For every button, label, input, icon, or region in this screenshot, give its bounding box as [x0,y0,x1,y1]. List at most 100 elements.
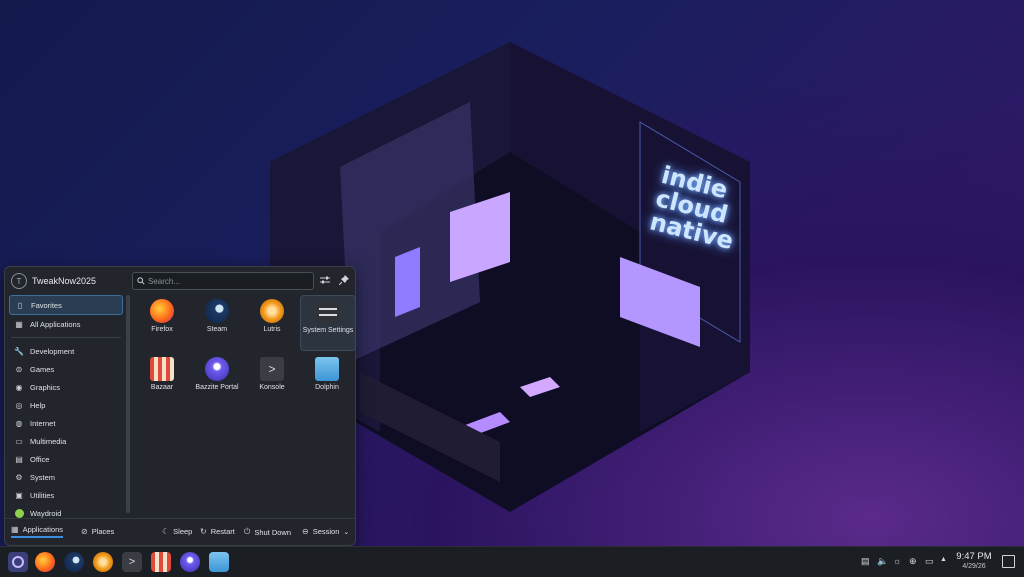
steam-icon[interactable] [64,552,84,572]
category-sidebar: ▯ Favorites ▦ All Applications 🔧 Develop… [9,295,123,522]
palette-icon: ◉ [15,382,23,392]
sidebar-item-label: Games [30,364,55,374]
wrench-icon: 🔧 [14,346,24,356]
menu-footer: ▦ Applications ⊘ Places ☾ Sleep ↻ Restar… [5,518,355,545]
document-icon: ▤ [15,454,23,464]
sidebar-item-label: Multimedia [30,436,67,446]
sidebar-item-label: Development [30,346,75,356]
chevron-down-icon: ⌄ [343,528,350,536]
app-label: Bazzite Portal [195,384,239,391]
bazaar-icon[interactable] [151,552,171,572]
clock-time: 9:47 PM [956,551,992,562]
app-label: Konsole [259,384,285,391]
firefox-icon[interactable] [35,552,55,572]
menu-header: T TweakNow2025 [5,267,355,295]
app-konsole[interactable]: > Konsole [245,353,299,407]
show-desktop-icon[interactable] [1002,555,1015,568]
monitor-icon: ▭ [15,436,23,446]
application-launcher: T TweakNow2025 ▯ Favorites ▦ All Applica… [4,266,356,546]
dolphin-icon[interactable] [209,552,229,572]
username: TweakNow2025 [32,276,97,286]
app-label: Dolphin [315,384,339,391]
bazzite-portal-icon[interactable] [180,552,200,572]
app-lutris[interactable]: Lutris [245,295,299,349]
waydroid-icon [14,508,24,518]
sidebar-item-label: System [30,472,56,482]
steam-icon [205,299,229,323]
search-field[interactable] [132,272,314,290]
app-bazzite-portal[interactable]: Bazzite Portal [190,353,244,407]
sidebar-item-games[interactable]: ⊜ Games [9,360,123,378]
sidebar-item-label: Graphics [30,382,61,392]
brightness-icon[interactable]: ☼ [893,556,901,566]
app-dolphin[interactable]: Dolphin [300,353,354,407]
clipboard-icon[interactable]: ▤ [861,556,870,567]
sidebar-item-all-applications[interactable]: ▦ All Applications [9,315,123,333]
konsole-icon[interactable]: > [122,552,142,572]
app-system-settings[interactable]: System Settings [300,295,356,351]
firefox-icon [150,299,174,323]
sidebar-scrollbar[interactable] [126,295,130,513]
favorites-icon: ▯ [17,300,23,310]
grid-icon: ▦ [11,525,19,534]
globe-icon: ◍ [15,418,23,428]
sidebar-item-label: Waydroid [30,508,62,518]
sidebar-item-office[interactable]: ▤ Office [9,450,123,468]
sleep-button[interactable]: ☾ Sleep [162,527,192,536]
gamepad-icon: ⊜ [15,364,23,374]
app-label: Lutris [263,326,281,333]
app-label: Bazaar [150,384,174,391]
toolbox-icon: ▣ [15,490,23,500]
help-icon: ◎ [15,400,23,410]
dolphin-icon [315,357,339,381]
konsole-icon: > [260,357,284,381]
taskbar: > ▤ 🔈 ☼ ⊕ ▭ ▲ 9:47 PM 4/29/26 [0,546,1024,577]
restart-icon: ↻ [200,527,207,536]
session-button[interactable]: ⊖ Session ⌄ [302,527,349,536]
search-input[interactable] [145,276,298,286]
gear-icon: ⚙ [15,472,23,482]
app-label: System Settings [302,327,354,334]
bazaar-icon [150,357,174,381]
app-firefox[interactable]: Firefox [135,295,189,349]
bazzite-portal-icon [205,357,229,381]
pin-icon[interactable] [338,275,349,286]
divider [11,337,121,338]
sidebar-item-label: Internet [30,418,56,428]
tab-applications[interactable]: ▦ Applications [11,525,64,538]
sidebar-item-utilities[interactable]: ▣ Utilities [9,486,123,504]
session-icon: ⊖ [302,527,309,536]
network-icon[interactable]: ▭ [925,556,934,567]
sidebar-item-system[interactable]: ⚙ System [9,468,123,486]
sidebar-item-development[interactable]: 🔧 Development [9,342,123,360]
compass-icon: ⊘ [81,527,88,536]
app-label: Steam [206,326,228,333]
gamepad-icon[interactable]: ⊕ [909,556,917,567]
restart-button[interactable]: ↻ Restart [200,527,235,536]
app-label: Firefox [151,326,173,333]
sidebar-item-graphics[interactable]: ◉ Graphics [9,378,123,396]
sidebar-item-multimedia[interactable]: ▭ Multimedia [9,432,123,450]
moon-icon: ☾ [162,527,170,536]
sidebar-item-help[interactable]: ◎ Help [9,396,123,414]
sidebar-item-label: All Applications [30,319,81,329]
lutris-icon [260,299,284,323]
search-icon [137,272,145,290]
bazzite-launcher-icon[interactable] [8,552,28,572]
grid-icon: ▦ [15,319,23,329]
app-steam[interactable]: Steam [190,295,244,349]
sidebar-item-label: Favorites [31,300,62,310]
lutris-icon[interactable] [93,552,113,572]
clock[interactable]: 9:47 PM 4/29/26 [952,551,996,572]
sidebar-item-favorites[interactable]: ▯ Favorites [9,295,123,315]
tab-places[interactable]: ⊘ Places [81,527,114,536]
volume-icon[interactable]: 🔈 [877,556,888,567]
sidebar-item-label: Utilities [30,490,55,500]
app-bazaar[interactable]: Bazaar [135,353,189,407]
shutdown-button[interactable]: ⏻ Shut Down [244,527,291,537]
settings-icon [316,300,340,324]
expand-tray-icon[interactable]: ▲ [940,556,947,563]
filter-settings-icon[interactable] [319,275,330,286]
sidebar-item-internet[interactable]: ◍ Internet [9,414,123,432]
avatar[interactable]: T [11,273,27,289]
